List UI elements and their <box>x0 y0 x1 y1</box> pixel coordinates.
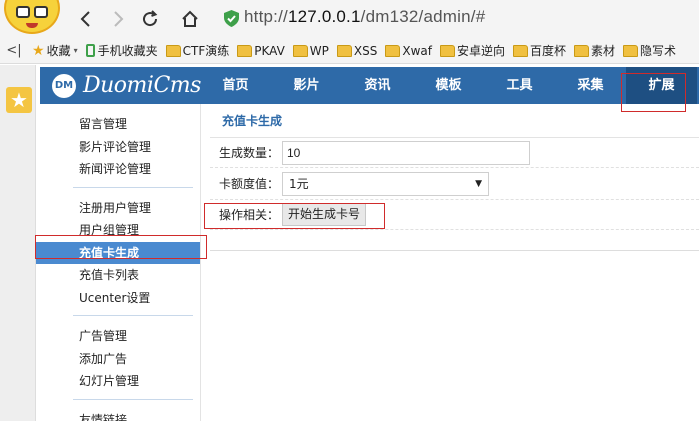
secure-shield-icon <box>224 10 239 27</box>
amount-select[interactable]: 1元 ▼ <box>282 171 489 196</box>
folder-icon <box>385 44 401 57</box>
action-label: 操作相关： <box>219 208 280 222</box>
star-icon: ★ <box>32 42 45 59</box>
sidebar-item-friend-links[interactable]: 友情链接 <box>79 409 193 421</box>
sidebar-item-guestbook[interactable]: 留言管理 <box>79 113 193 136</box>
amount-row: 卡额度值： 1元 ▼ <box>210 168 699 200</box>
folder-icon <box>439 44 455 57</box>
sidebar-group-comments: 留言管理 影片评论管理 新闻评论管理 <box>73 104 193 188</box>
folder-icon <box>623 44 639 57</box>
top-nav: 首页 影片 资讯 模板 工具 采集 扩展 <box>200 67 697 104</box>
chevron-down-icon: ▼ <box>475 178 482 189</box>
bookmark-folder[interactable]: PKAV <box>237 40 285 62</box>
sidebar-item-add-ad[interactable]: 添加广告 <box>79 348 193 371</box>
nav-news[interactable]: 资讯 <box>342 67 413 104</box>
logo-text: DuomiCms <box>83 73 201 98</box>
page-title: 充值卡生成 <box>210 104 699 138</box>
cms-header: DM DuomiCms 首页 影片 资讯 模板 工具 采集 扩展 <box>40 67 699 104</box>
bookmark-folder[interactable]: 素材 <box>574 40 615 62</box>
folder-icon <box>237 44 253 57</box>
sidebar-item-ucenter[interactable]: Ucenter设置 <box>79 287 193 310</box>
nav-templates[interactable]: 模板 <box>413 67 484 104</box>
folder-icon <box>165 44 181 57</box>
sidebar-item-ads[interactable]: 广告管理 <box>79 325 193 348</box>
amount-label: 卡额度值： <box>219 177 280 191</box>
folder-icon <box>574 44 590 57</box>
address-bar[interactable]: http://127.0.0.1/dm132/admin/# <box>244 7 485 27</box>
divider <box>210 250 699 251</box>
sidebar-item-card-generate[interactable]: 充值卡生成 <box>36 241 200 264</box>
sidebar-item-news-comments[interactable]: 新闻评论管理 <box>79 158 193 181</box>
bookmark-folder[interactable]: 安卓逆向 <box>439 40 505 62</box>
nav-extensions[interactable]: 扩展 <box>626 67 697 104</box>
phone-icon <box>85 44 95 57</box>
bookmark-folder[interactable]: 百度杯 <box>513 40 566 62</box>
back-icon[interactable] <box>74 7 98 31</box>
sidebar-group-users: 注册用户管理 用户组管理 充值卡生成 充值卡列表 Ucenter设置 <box>36 188 200 316</box>
amount-select-value: 1元 <box>289 177 309 191</box>
logo[interactable]: DM DuomiCms <box>52 73 201 98</box>
folder-icon <box>513 44 528 57</box>
quantity-row: 生成数量： <box>210 138 699 168</box>
bookmark-folder[interactable]: WP <box>292 40 329 62</box>
quantity-input[interactable] <box>282 140 530 165</box>
nav-tools[interactable]: 工具 <box>484 67 555 104</box>
bookmark-folder[interactable]: Xwaf <box>385 40 432 62</box>
bookmark-favorites[interactable]: ★ 收藏 ▾ <box>32 40 78 62</box>
folder-icon <box>292 44 308 57</box>
sidebar-toggle-button[interactable]: <| <box>0 40 28 62</box>
home-icon[interactable] <box>178 7 202 31</box>
bookmarks-bar: <| ★ 收藏 ▾ 手机收藏夹 CTF演练 PKAV WP XSS Xwaf 安卓逆… <box>0 38 699 64</box>
sidebar-item-registered-users[interactable]: 注册用户管理 <box>79 197 193 220</box>
forward-icon[interactable] <box>106 7 130 31</box>
browser-toolbar: http://127.0.0.1/dm132/admin/# <box>0 0 699 38</box>
favorites-strip: ★ <box>0 65 36 421</box>
sidebar: 留言管理 影片评论管理 新闻评论管理 注册用户管理 用户组管理 充值卡生成 充值… <box>36 104 201 421</box>
sidebar-item-movie-comments[interactable]: 影片评论管理 <box>79 136 193 159</box>
avatar[interactable] <box>4 0 60 34</box>
nav-collect[interactable]: 采集 <box>555 67 626 104</box>
logo-icon: DM <box>52 73 76 98</box>
bookmark-folder[interactable]: XSS <box>336 40 377 62</box>
bookmark-folder[interactable]: 隐写术 <box>623 40 676 62</box>
bookmark-folder[interactable]: CTF演练 <box>165 40 229 62</box>
sidebar-group-links: 友情链接 <box>73 400 193 421</box>
nav-home[interactable]: 首页 <box>200 67 271 104</box>
nav-movies[interactable]: 影片 <box>271 67 342 104</box>
folder-icon <box>336 44 352 57</box>
sidebar-item-user-groups[interactable]: 用户组管理 <box>79 219 193 242</box>
action-row: 操作相关： 开始生成卡号 <box>210 200 699 230</box>
favorites-star-icon[interactable]: ★ <box>6 87 32 113</box>
generate-cards-button[interactable]: 开始生成卡号 <box>282 203 367 226</box>
sidebar-item-card-list[interactable]: 充值卡列表 <box>79 264 193 287</box>
bookmark-mobile[interactable]: 手机收藏夹 <box>85 40 158 62</box>
sidebar-item-slides[interactable]: 幻灯片管理 <box>79 370 193 393</box>
refresh-icon[interactable] <box>138 7 162 31</box>
main-content: 充值卡生成 生成数量： 卡额度值： 1元 ▼ 操作相关： 开始生成卡号 <box>210 104 699 421</box>
sidebar-group-ads: 广告管理 添加广告 幻灯片管理 <box>73 316 193 400</box>
quantity-label: 生成数量： <box>219 146 280 160</box>
